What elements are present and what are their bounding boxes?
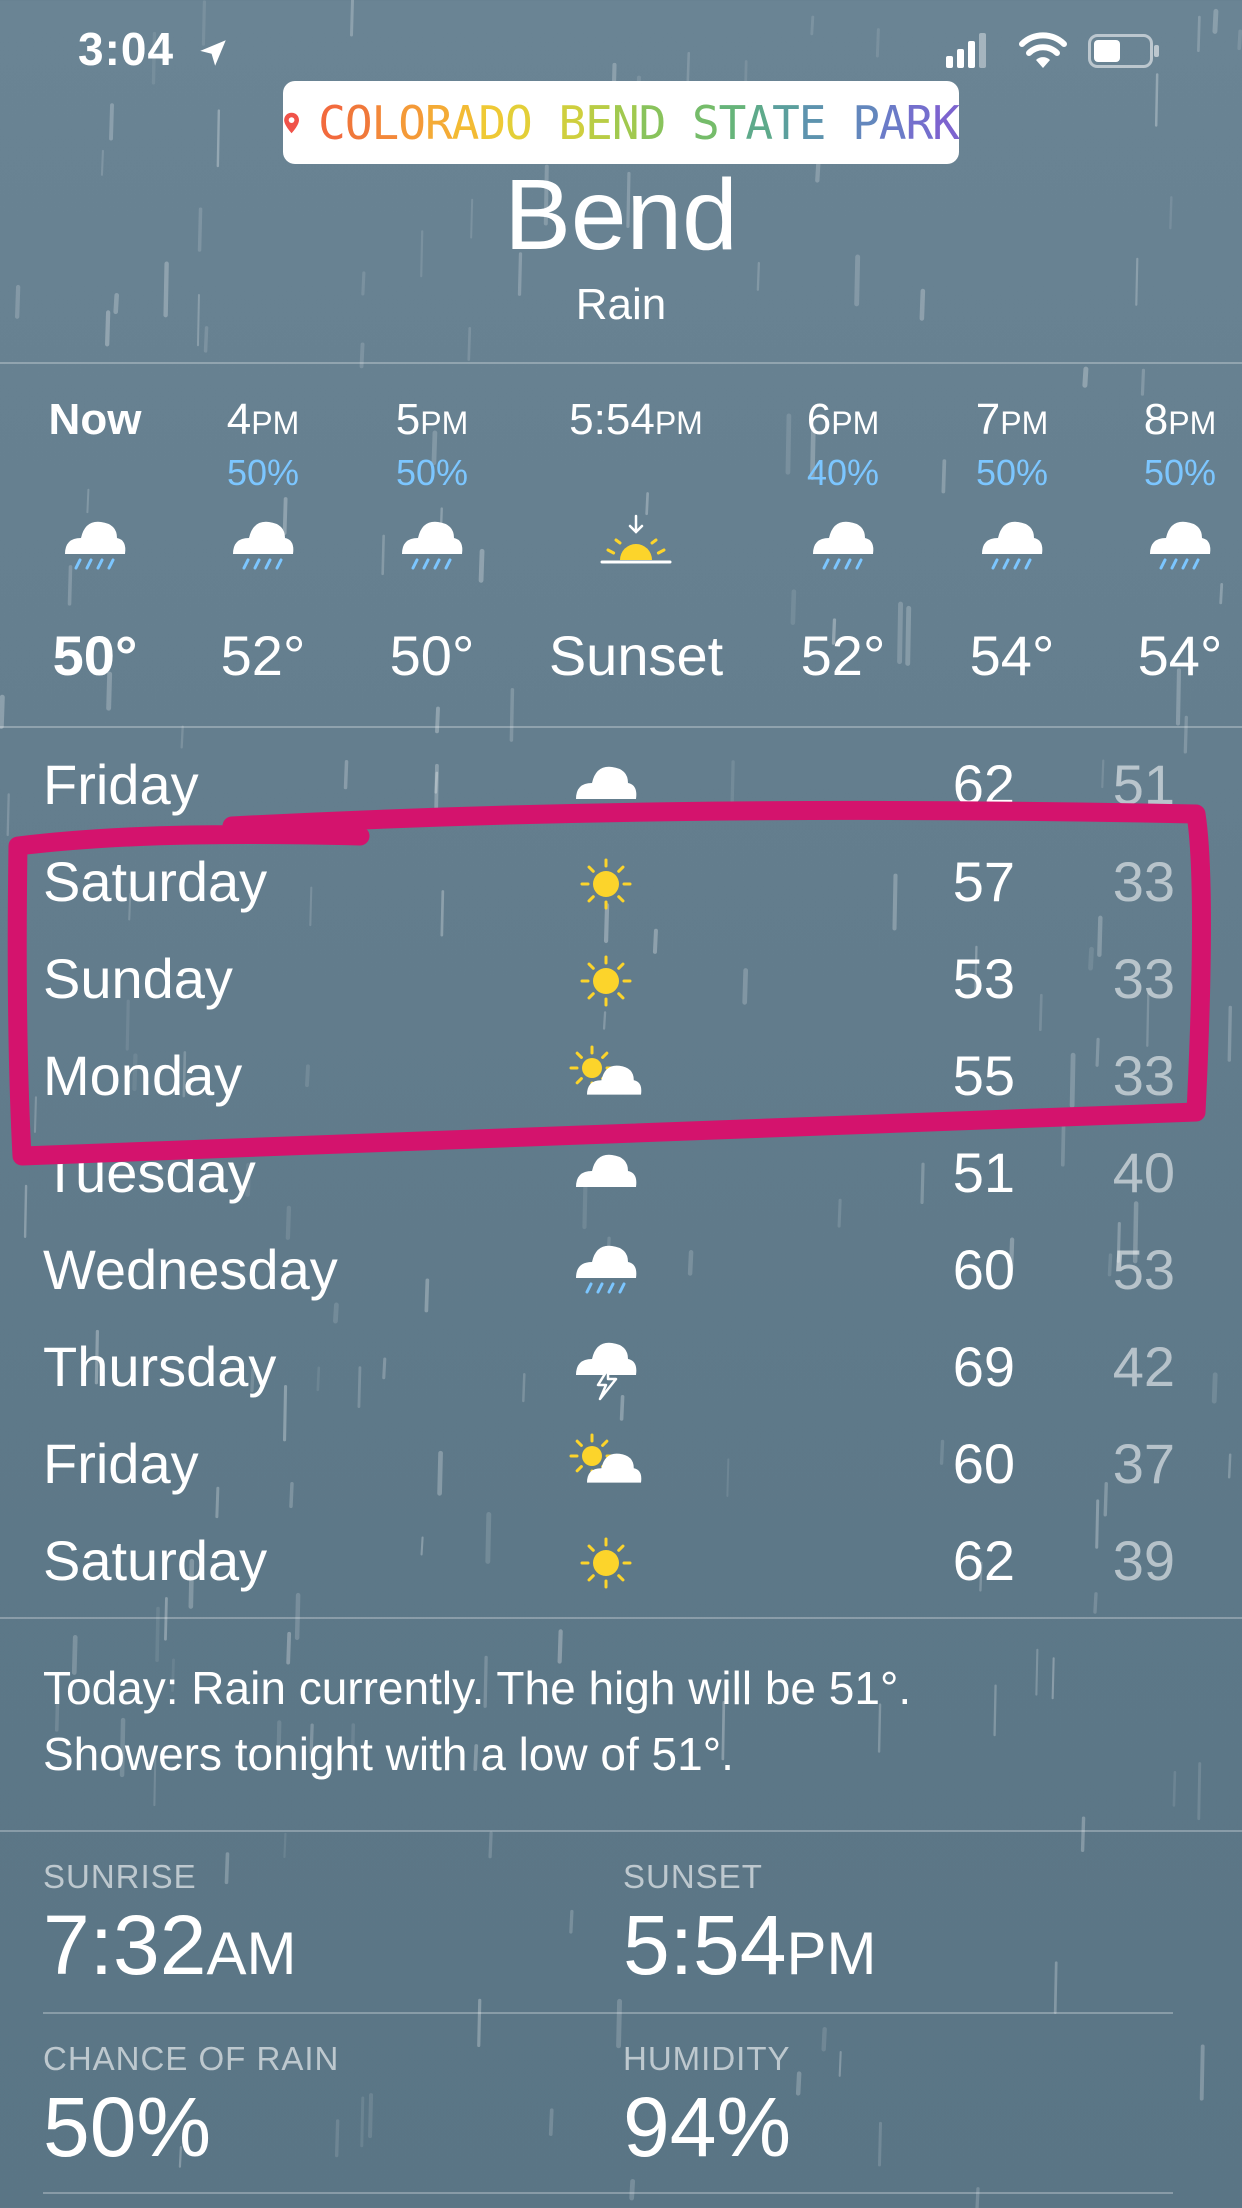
sunset-icon bbox=[596, 510, 676, 591]
location-sticker[interactable]: COLORADO BEND STATE PARK bbox=[283, 81, 960, 164]
humidity-value: 94% bbox=[623, 2080, 792, 2174]
summary-line-2: Showers tonight with a low of 51°. bbox=[43, 1728, 734, 1780]
divider bbox=[0, 362, 1242, 364]
divider bbox=[0, 1830, 1242, 1832]
hour-precip-chance: 50% bbox=[975, 452, 1049, 493]
low-temp: 33 bbox=[1112, 947, 1175, 1010]
divider bbox=[0, 1617, 1242, 1619]
low-temp: 40 bbox=[1112, 1141, 1175, 1204]
hour-label: 7PM bbox=[975, 395, 1049, 444]
day-name: Monday bbox=[43, 1044, 243, 1107]
battery-icon bbox=[1088, 34, 1159, 68]
cellular-signal-icon bbox=[946, 33, 986, 68]
high-temp: 60 bbox=[952, 1238, 1015, 1301]
wifi-icon bbox=[1019, 32, 1067, 68]
day-name: Friday bbox=[43, 1432, 199, 1495]
sunrise-value: 7:32AM bbox=[43, 1898, 297, 1992]
divider bbox=[43, 2192, 1173, 2194]
high-temp: 60 bbox=[952, 1432, 1015, 1495]
partly-cloudy-icon bbox=[566, 1429, 646, 1508]
thunderstorm-icon bbox=[566, 1332, 646, 1411]
high-temp: 62 bbox=[952, 1529, 1015, 1592]
sticker-text: COLORADO BEND STATE PARK bbox=[318, 95, 960, 150]
day-name: Saturday bbox=[43, 850, 268, 913]
chance-of-rain-label: CHANCE OF RAIN bbox=[43, 2040, 340, 2077]
low-temp: 33 bbox=[1112, 1044, 1175, 1107]
city-name: Bend bbox=[504, 159, 738, 271]
current-condition: Rain bbox=[575, 280, 667, 329]
high-temp: 51 bbox=[952, 1141, 1015, 1204]
hour-precip-chance: 40% bbox=[806, 452, 880, 493]
rain-cloud-icon bbox=[1140, 510, 1220, 591]
hour-precip-chance: 50% bbox=[1143, 452, 1217, 493]
low-temp: 33 bbox=[1112, 850, 1175, 913]
high-temp: 53 bbox=[952, 947, 1015, 1010]
sunrise-label: SUNRISE bbox=[43, 1858, 197, 1895]
chance-of-rain-value: 50% bbox=[43, 2080, 212, 2174]
rain-cloud-icon bbox=[803, 510, 883, 591]
day-name: Saturday bbox=[43, 1529, 268, 1592]
high-temp: 69 bbox=[952, 1335, 1015, 1398]
low-temp: 42 bbox=[1112, 1335, 1175, 1398]
low-temp: 39 bbox=[1112, 1529, 1175, 1592]
low-temp: 37 bbox=[1112, 1432, 1175, 1495]
hour-temperature: Sunset bbox=[548, 624, 724, 687]
sunset-value: 5:54PM bbox=[623, 1898, 877, 1992]
day-name: Tuesday bbox=[43, 1141, 256, 1204]
hour-temperature: 54° bbox=[1137, 624, 1223, 687]
sunset-label: SUNSET bbox=[623, 1858, 763, 1895]
status-time: 3:04 bbox=[78, 23, 175, 75]
rain-cloud-icon bbox=[972, 510, 1052, 591]
hour-label: Now bbox=[48, 395, 142, 444]
divider bbox=[0, 726, 1242, 728]
humidity-label: HUMIDITY bbox=[623, 2040, 791, 2077]
cloud-icon bbox=[566, 1138, 646, 1217]
hour-label: 6PM bbox=[806, 395, 880, 444]
day-name: Wednesday bbox=[43, 1238, 338, 1301]
divider bbox=[43, 2012, 1173, 2014]
rain-cloud-icon bbox=[566, 1235, 646, 1314]
hour-label: 5PM bbox=[395, 395, 469, 444]
day-name: Sunday bbox=[43, 947, 233, 1010]
high-temp: 62 bbox=[952, 753, 1015, 816]
hour-label: 8PM bbox=[1143, 395, 1217, 444]
day-name: Friday bbox=[43, 753, 199, 816]
today-summary: Today: Rain currently. The high will be … bbox=[43, 1655, 1203, 1787]
low-temp: 51 bbox=[1112, 753, 1175, 816]
hour-temperature: 50° bbox=[389, 624, 475, 687]
high-temp: 55 bbox=[952, 1044, 1015, 1107]
partly-cloudy-icon bbox=[566, 1041, 646, 1120]
map-pin-icon bbox=[284, 112, 299, 133]
sun-icon bbox=[566, 944, 646, 1023]
hour-precip-chance: 50% bbox=[395, 452, 469, 493]
hour-precip-chance: 50% bbox=[226, 452, 300, 493]
rain-cloud-icon bbox=[223, 510, 303, 591]
location-arrow-icon bbox=[200, 40, 226, 66]
rain-cloud-icon bbox=[392, 510, 472, 591]
hour-label: 5:54PM bbox=[569, 395, 703, 444]
sun-icon bbox=[566, 1526, 646, 1605]
cloud-icon bbox=[566, 750, 646, 829]
sun-icon bbox=[566, 847, 646, 926]
summary-line-1: Today: Rain currently. The high will be … bbox=[43, 1662, 912, 1714]
high-temp: 57 bbox=[952, 850, 1015, 913]
day-name: Thursday bbox=[43, 1335, 277, 1398]
rain-cloud-icon bbox=[55, 510, 135, 591]
low-temp: 53 bbox=[1112, 1238, 1175, 1301]
hour-label: 4PM bbox=[226, 395, 300, 444]
